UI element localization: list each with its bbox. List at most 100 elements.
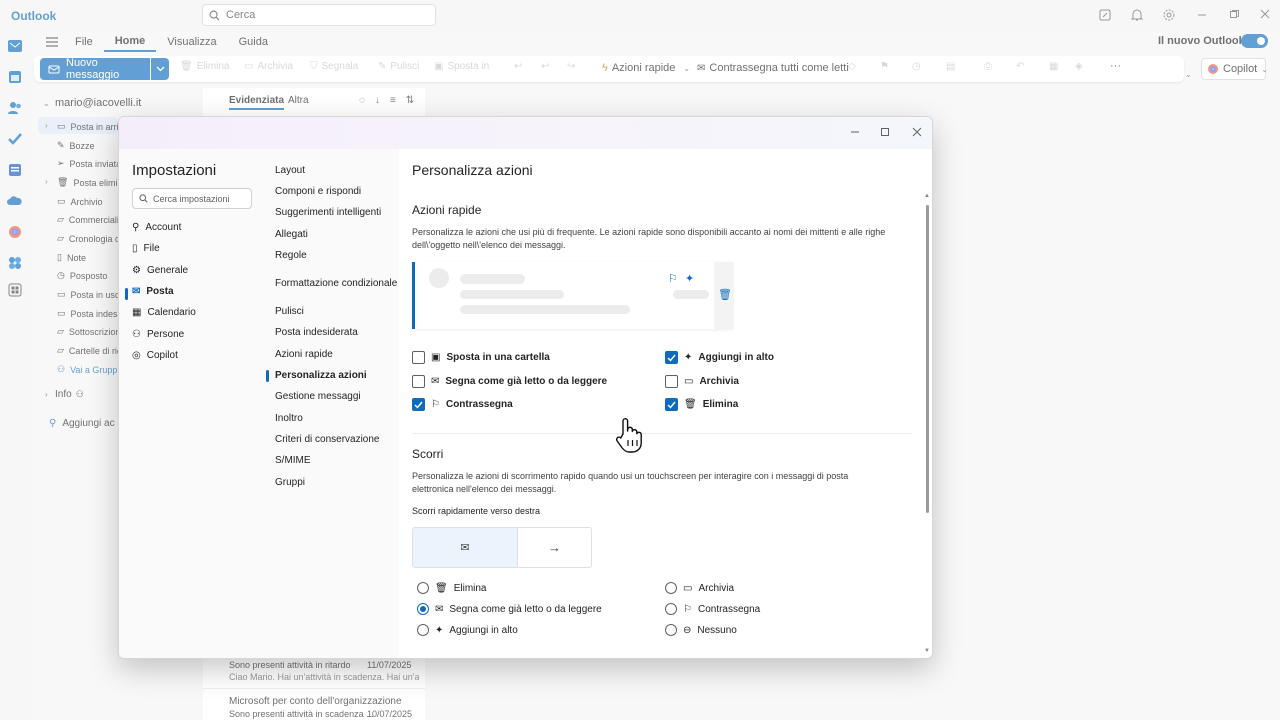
scrollbar-thumb[interactable]: [926, 205, 929, 513]
option-label: Elimina: [702, 399, 739, 410]
avatar: [429, 268, 449, 288]
settings-dialog: Impostazioni Cerca impostazioni ⚲ Account…: [118, 116, 933, 659]
preview-placeholder: [460, 290, 564, 299]
copilot-icon: ◎: [132, 350, 141, 361]
dialog-header: [119, 117, 932, 149]
calendar-icon: ▦: [132, 307, 142, 318]
section-customize-actions[interactable]: Personalizza azioni: [275, 370, 367, 381]
option-label: Sposta in una cartella: [446, 352, 550, 363]
preview-action-column: 🗑: [714, 262, 734, 329]
scroll-up-icon[interactable]: ▲: [924, 193, 930, 199]
option-label: Contrassegna: [697, 603, 761, 615]
category-general[interactable]: ⚙ Generale: [132, 265, 188, 276]
option-label: Aggiungi in alto: [698, 352, 774, 363]
option-delete[interactable]: 🗑 Elimina: [665, 398, 738, 411]
section-retention[interactable]: Criteri di conservazione: [275, 434, 380, 445]
settings-title: Impostazioni: [132, 162, 217, 179]
checkbox[interactable]: [412, 375, 425, 388]
gear-icon: ⚙: [132, 265, 141, 276]
quick-actions-preview: ⚐ ✦ 🗑: [412, 262, 734, 329]
minimize-icon[interactable]: [850, 127, 860, 137]
category-label: Posta: [146, 286, 174, 297]
swipe-option-delete[interactable]: 🗑 Elimina: [417, 582, 487, 594]
section-compose[interactable]: Componi e rispondi: [275, 186, 361, 197]
checkbox[interactable]: [665, 375, 678, 388]
section-conditional-formatting[interactable]: Formattazione condizionale: [275, 278, 397, 289]
archive-icon: ▭: [683, 582, 693, 594]
swipe-option-mark-read[interactable]: ✉ Segna come già letto o da leggere: [417, 603, 602, 615]
close-icon[interactable]: [912, 127, 922, 137]
quick-actions-description: Personalizza le azioni che usi più di fr…: [412, 227, 886, 250]
quick-actions-heading: Azioni rapide: [412, 203, 482, 217]
envelope-open-icon: ✉: [431, 376, 440, 387]
section-groups[interactable]: Gruppi: [275, 477, 305, 488]
category-mail[interactable]: ✉ Posta: [132, 286, 174, 297]
folder-move-icon: ▣: [431, 352, 441, 363]
section-layout[interactable]: Layout: [275, 165, 305, 176]
option-label: Elimina: [453, 582, 487, 594]
checkbox-checked[interactable]: [665, 398, 678, 411]
swipe-option-pin[interactable]: ✦ Aggiungi in alto: [417, 624, 518, 636]
swipe-option-flag[interactable]: ⚐ Contrassegna: [665, 603, 760, 615]
radio-selected[interactable]: [417, 603, 429, 615]
section-quick-steps[interactable]: Azioni rapide: [275, 349, 333, 360]
envelope-open-icon: ✉: [413, 528, 518, 567]
section-message-handling[interactable]: Gestione messaggi: [275, 391, 361, 402]
maximize-icon[interactable]: [880, 127, 890, 137]
option-move-to-folder[interactable]: ▣ Sposta in una cartella: [412, 351, 550, 364]
no-entry-icon: ⊖: [683, 624, 692, 636]
checkbox-checked[interactable]: [412, 398, 425, 411]
radio[interactable]: [665, 582, 677, 594]
pin-icon: ✦: [435, 624, 444, 636]
option-label: Archivia: [698, 582, 735, 594]
category-label: Account: [145, 222, 182, 233]
people-icon: ⚇: [132, 329, 141, 340]
option-mark-read[interactable]: ✉ Segna come già letto o da leggere: [412, 375, 607, 388]
scroll-down-icon[interactable]: ▼: [924, 648, 930, 654]
preview-placeholder: [673, 290, 709, 299]
page-title: Personalizza azioni: [412, 162, 533, 178]
swipe-heading: Scorri: [412, 447, 444, 461]
mail-settings-nav: [259, 149, 399, 658]
file-icon: ▯: [132, 243, 138, 254]
option-label: Nessuno: [697, 624, 737, 636]
arrow-right-icon: →: [548, 540, 561, 555]
swipe-option-archive[interactable]: ▭ Archivia: [665, 582, 734, 594]
section-junk[interactable]: Posta indesiderata: [275, 327, 358, 338]
radio[interactable]: [665, 603, 677, 615]
option-pin[interactable]: ✦ Aggiungi in alto: [665, 351, 774, 364]
section-rules[interactable]: Regole: [275, 250, 307, 261]
trash-icon: 🗑: [684, 399, 697, 410]
radio[interactable]: [417, 582, 429, 594]
category-label: Copilot: [146, 350, 178, 361]
envelope-open-icon: ✉: [435, 603, 444, 615]
mail-icon: ✉: [132, 286, 141, 297]
section-smart-suggestions[interactable]: Suggerimenti intelligenti: [275, 207, 381, 218]
section-sweep[interactable]: Pulisci: [275, 306, 304, 317]
radio[interactable]: [417, 624, 429, 636]
option-flag[interactable]: ⚐ Contrassegna: [412, 398, 513, 411]
category-people[interactable]: ⚇ Persone: [132, 329, 184, 340]
category-label: Generale: [146, 265, 189, 276]
hand-cursor-icon: [614, 416, 644, 454]
category-account[interactable]: ⚲ Account: [132, 222, 181, 233]
category-label: Calendario: [147, 307, 196, 318]
trash-icon: 🗑: [718, 289, 732, 301]
category-file[interactable]: ▯ File: [132, 243, 160, 254]
option-archive[interactable]: ▭ Archivia: [665, 375, 739, 388]
section-smime[interactable]: S/MIME: [275, 455, 311, 466]
archive-icon: ▭: [684, 376, 694, 387]
swipe-description: Personalizza le azioni di scorrimento ra…: [412, 471, 849, 494]
radio[interactable]: [665, 624, 677, 636]
settings-search-input[interactable]: Cerca impostazioni: [132, 188, 252, 209]
section-attachments[interactable]: Allegati: [275, 229, 308, 240]
preview-placeholder: [460, 274, 525, 284]
category-copilot[interactable]: ◎ Copilot: [132, 350, 178, 361]
person-icon: ⚲: [132, 222, 140, 233]
checkbox[interactable]: [412, 351, 425, 364]
section-forwarding[interactable]: Inoltro: [275, 413, 303, 424]
category-calendar[interactable]: ▦ Calendario: [132, 307, 196, 318]
checkbox-checked[interactable]: [665, 351, 678, 364]
flag-icon: ⚐: [683, 603, 692, 615]
swipe-option-none[interactable]: ⊖ Nessuno: [665, 624, 737, 636]
